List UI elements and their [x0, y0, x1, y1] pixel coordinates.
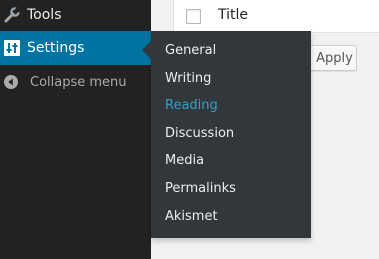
submenu-item-permalinks[interactable]: Permalinks — [165, 180, 236, 198]
submenu-item-media[interactable]: Media — [165, 152, 204, 170]
select-all-checkbox[interactable] — [186, 9, 201, 24]
submenu-item-reading[interactable]: Reading — [165, 97, 218, 115]
sidebar-item-label: Tools — [27, 7, 62, 23]
admin-sidebar: Tools Settings Collapse menu — [0, 0, 151, 259]
submenu-item-general[interactable]: General — [165, 42, 216, 60]
column-header-title[interactable]: Title — [218, 7, 248, 23]
sidebar-item-settings[interactable]: Settings — [0, 31, 151, 65]
sidebar-item-tools[interactable]: Tools — [0, 0, 151, 32]
sidebar-item-label: Settings — [27, 40, 85, 56]
submenu-item-writing[interactable]: Writing — [165, 70, 211, 88]
collapse-menu-button[interactable]: Collapse menu — [0, 65, 151, 99]
collapse-arrow-icon — [1, 72, 21, 92]
submenu-pointer-arrow — [142, 41, 151, 59]
settings-sliders-icon — [2, 38, 22, 58]
sidebar-item-label: Collapse menu — [30, 74, 127, 90]
submenu-item-akismet[interactable]: Akismet — [165, 208, 218, 226]
apply-button[interactable]: Apply — [306, 45, 357, 71]
wrench-icon — [2, 5, 22, 25]
submenu-item-discussion[interactable]: Discussion — [165, 125, 234, 143]
posts-table-header — [173, 0, 379, 33]
settings-submenu: General Writing Reading Discussion Media… — [151, 31, 311, 238]
